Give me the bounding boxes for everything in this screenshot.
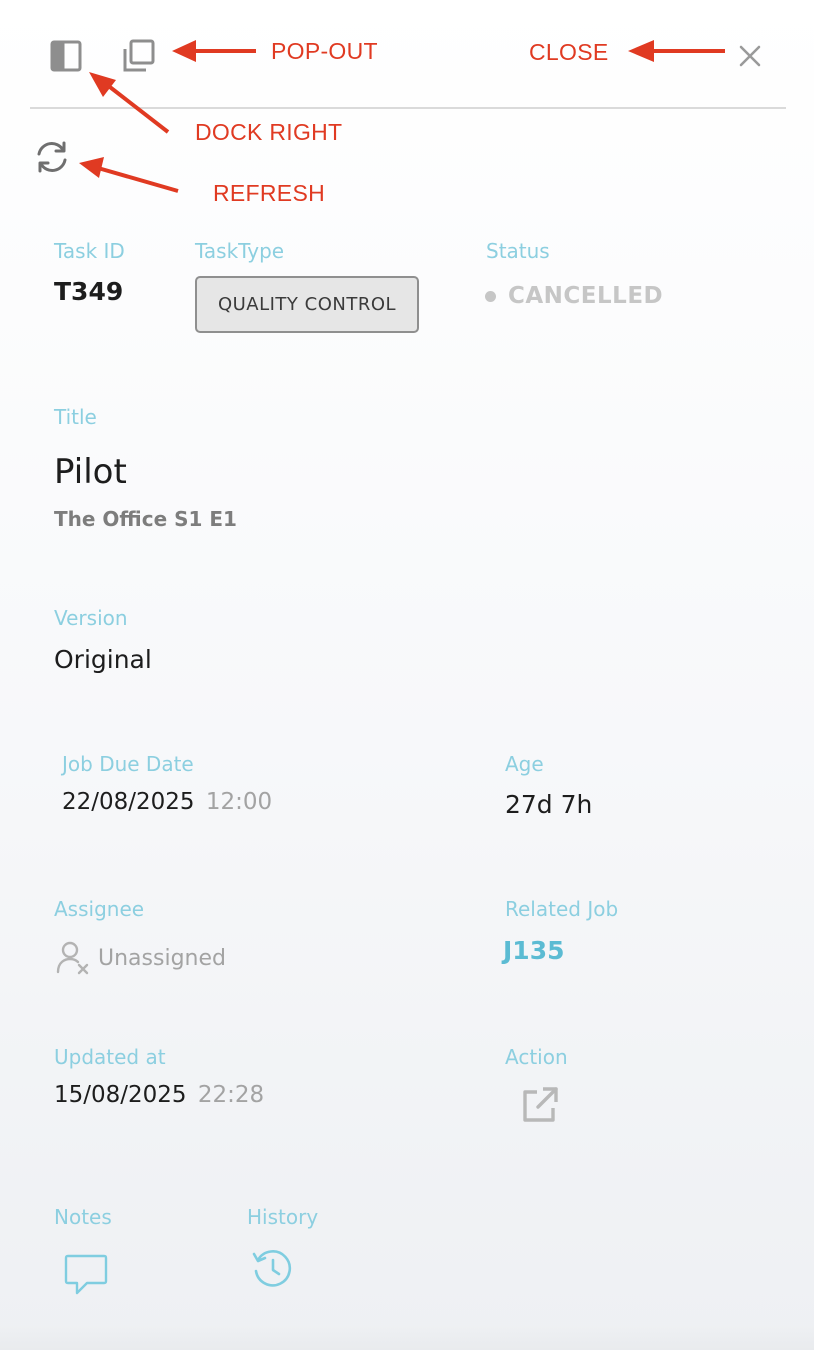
assignee-field[interactable]: Unassigned	[56, 940, 226, 976]
updated-at-label: Updated at	[54, 1045, 166, 1069]
open-external-button[interactable]	[521, 1086, 559, 1124]
version-value: Original	[54, 645, 152, 674]
title-label: Title	[54, 405, 97, 429]
refresh-annotation: REFRESH	[213, 180, 326, 206]
job-due-time: 12:00	[205, 789, 273, 815]
age-value: 27d 7h	[505, 790, 593, 819]
updated-time: 22:28	[197, 1082, 265, 1108]
version-label: Version	[54, 606, 128, 630]
refresh-arrow	[97, 166, 179, 193]
related-job-link[interactable]: J135	[503, 936, 565, 965]
related-job-label: Related Job	[505, 897, 619, 921]
history-button[interactable]	[251, 1248, 293, 1290]
pop-out-annotation: POP-OUT	[271, 38, 378, 64]
assignee-label: Assignee	[54, 897, 145, 921]
task-type-badge: QUALITY CONTROL	[195, 276, 419, 333]
age-label: Age	[505, 752, 544, 776]
notes-label: Notes	[54, 1205, 112, 1229]
unassigned-user-icon	[56, 941, 89, 975]
status-dot	[485, 291, 496, 302]
task-type-label: TaskType	[195, 239, 285, 263]
history-clock-icon	[252, 1250, 292, 1287]
history-label: History	[247, 1205, 319, 1229]
status-label: Status	[486, 239, 550, 263]
notes-button[interactable]	[63, 1252, 109, 1298]
title-subtitle: The Office S1 E1	[54, 507, 237, 531]
updated-date: 15/08/2025	[54, 1082, 187, 1108]
job-due-date-label: Job Due Date	[62, 752, 194, 776]
status-value: CANCELLED	[508, 283, 664, 309]
speech-bubble-icon	[64, 1254, 108, 1295]
dock-right-annotation: DOCK RIGHT	[195, 119, 343, 145]
external-link-icon	[523, 1087, 558, 1122]
job-due-date-value: 22/08/2025 12:00	[62, 789, 272, 815]
title-value: Pilot	[54, 452, 127, 492]
job-due-date: 22/08/2025	[62, 789, 195, 815]
task-id-label: Task ID	[54, 239, 125, 263]
task-id-value: T349	[54, 277, 124, 306]
dock-right-arrow	[104, 82, 170, 134]
annotation-arrows	[79, 40, 725, 193]
action-label: Action	[505, 1045, 568, 1069]
assignee-value: Unassigned	[98, 945, 226, 971]
close-annotation: CLOSE	[529, 39, 609, 65]
panel-bottom-edge	[0, 1324, 814, 1350]
updated-at-value: 15/08/2025 22:28	[54, 1082, 264, 1108]
